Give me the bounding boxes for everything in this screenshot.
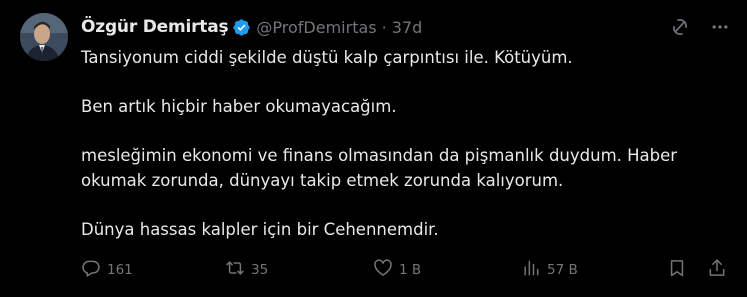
reply-button[interactable]: 161: [81, 259, 133, 281]
reply-count: 161: [107, 262, 133, 278]
verified-badge-icon: [232, 18, 251, 37]
like-count: 1 B: [399, 262, 422, 278]
tweet-paragraph: Dünya hassas kalpler için bir Cehennemdi…: [81, 219, 439, 239]
tweet-paragraph: Ben artık hiçbir haber okumayacağım.: [81, 97, 397, 116]
tweet-paragraph: mesleğimin ekonomi ve finans olmasından …: [81, 146, 678, 190]
views-icon: [521, 258, 541, 282]
handle[interactable]: @ProfDemirtas: [256, 18, 376, 37]
repost-button[interactable]: 35: [225, 259, 268, 281]
tweet: Özgür Demirtaş @ProfDemirtas · 37d Tansi…: [0, 0, 747, 297]
action-bar: 161 35 1 B 57 B: [81, 259, 729, 281]
grok-icon[interactable]: [669, 16, 691, 38]
display-name[interactable]: Özgür Demirtaş: [81, 17, 229, 37]
tweet-header: Özgür Demirtaş @ProfDemirtas · 37d: [81, 16, 422, 38]
repost-icon: [225, 258, 245, 282]
separator-dot: ·: [381, 17, 387, 37]
tweet-paragraph: Tansiyonum ciddi şekilde düştü kalp çarp…: [81, 48, 573, 67]
heart-icon: [373, 258, 393, 282]
top-right-actions: [669, 16, 731, 38]
views-button[interactable]: 57 B: [521, 259, 578, 281]
tweet-text: Tansiyonum ciddi şekilde düştü kalp çarp…: [81, 46, 721, 267]
timestamp[interactable]: 37d: [392, 18, 423, 37]
reply-icon: [81, 258, 101, 282]
share-icon: [707, 258, 727, 282]
repost-count: 35: [251, 262, 269, 278]
share-button[interactable]: [707, 259, 727, 281]
view-count: 57 B: [547, 262, 578, 278]
bookmark-button[interactable]: [667, 259, 687, 281]
more-icon[interactable]: [709, 16, 731, 38]
bookmark-icon: [667, 258, 687, 282]
like-button[interactable]: 1 B: [373, 259, 421, 281]
avatar[interactable]: [20, 13, 68, 61]
